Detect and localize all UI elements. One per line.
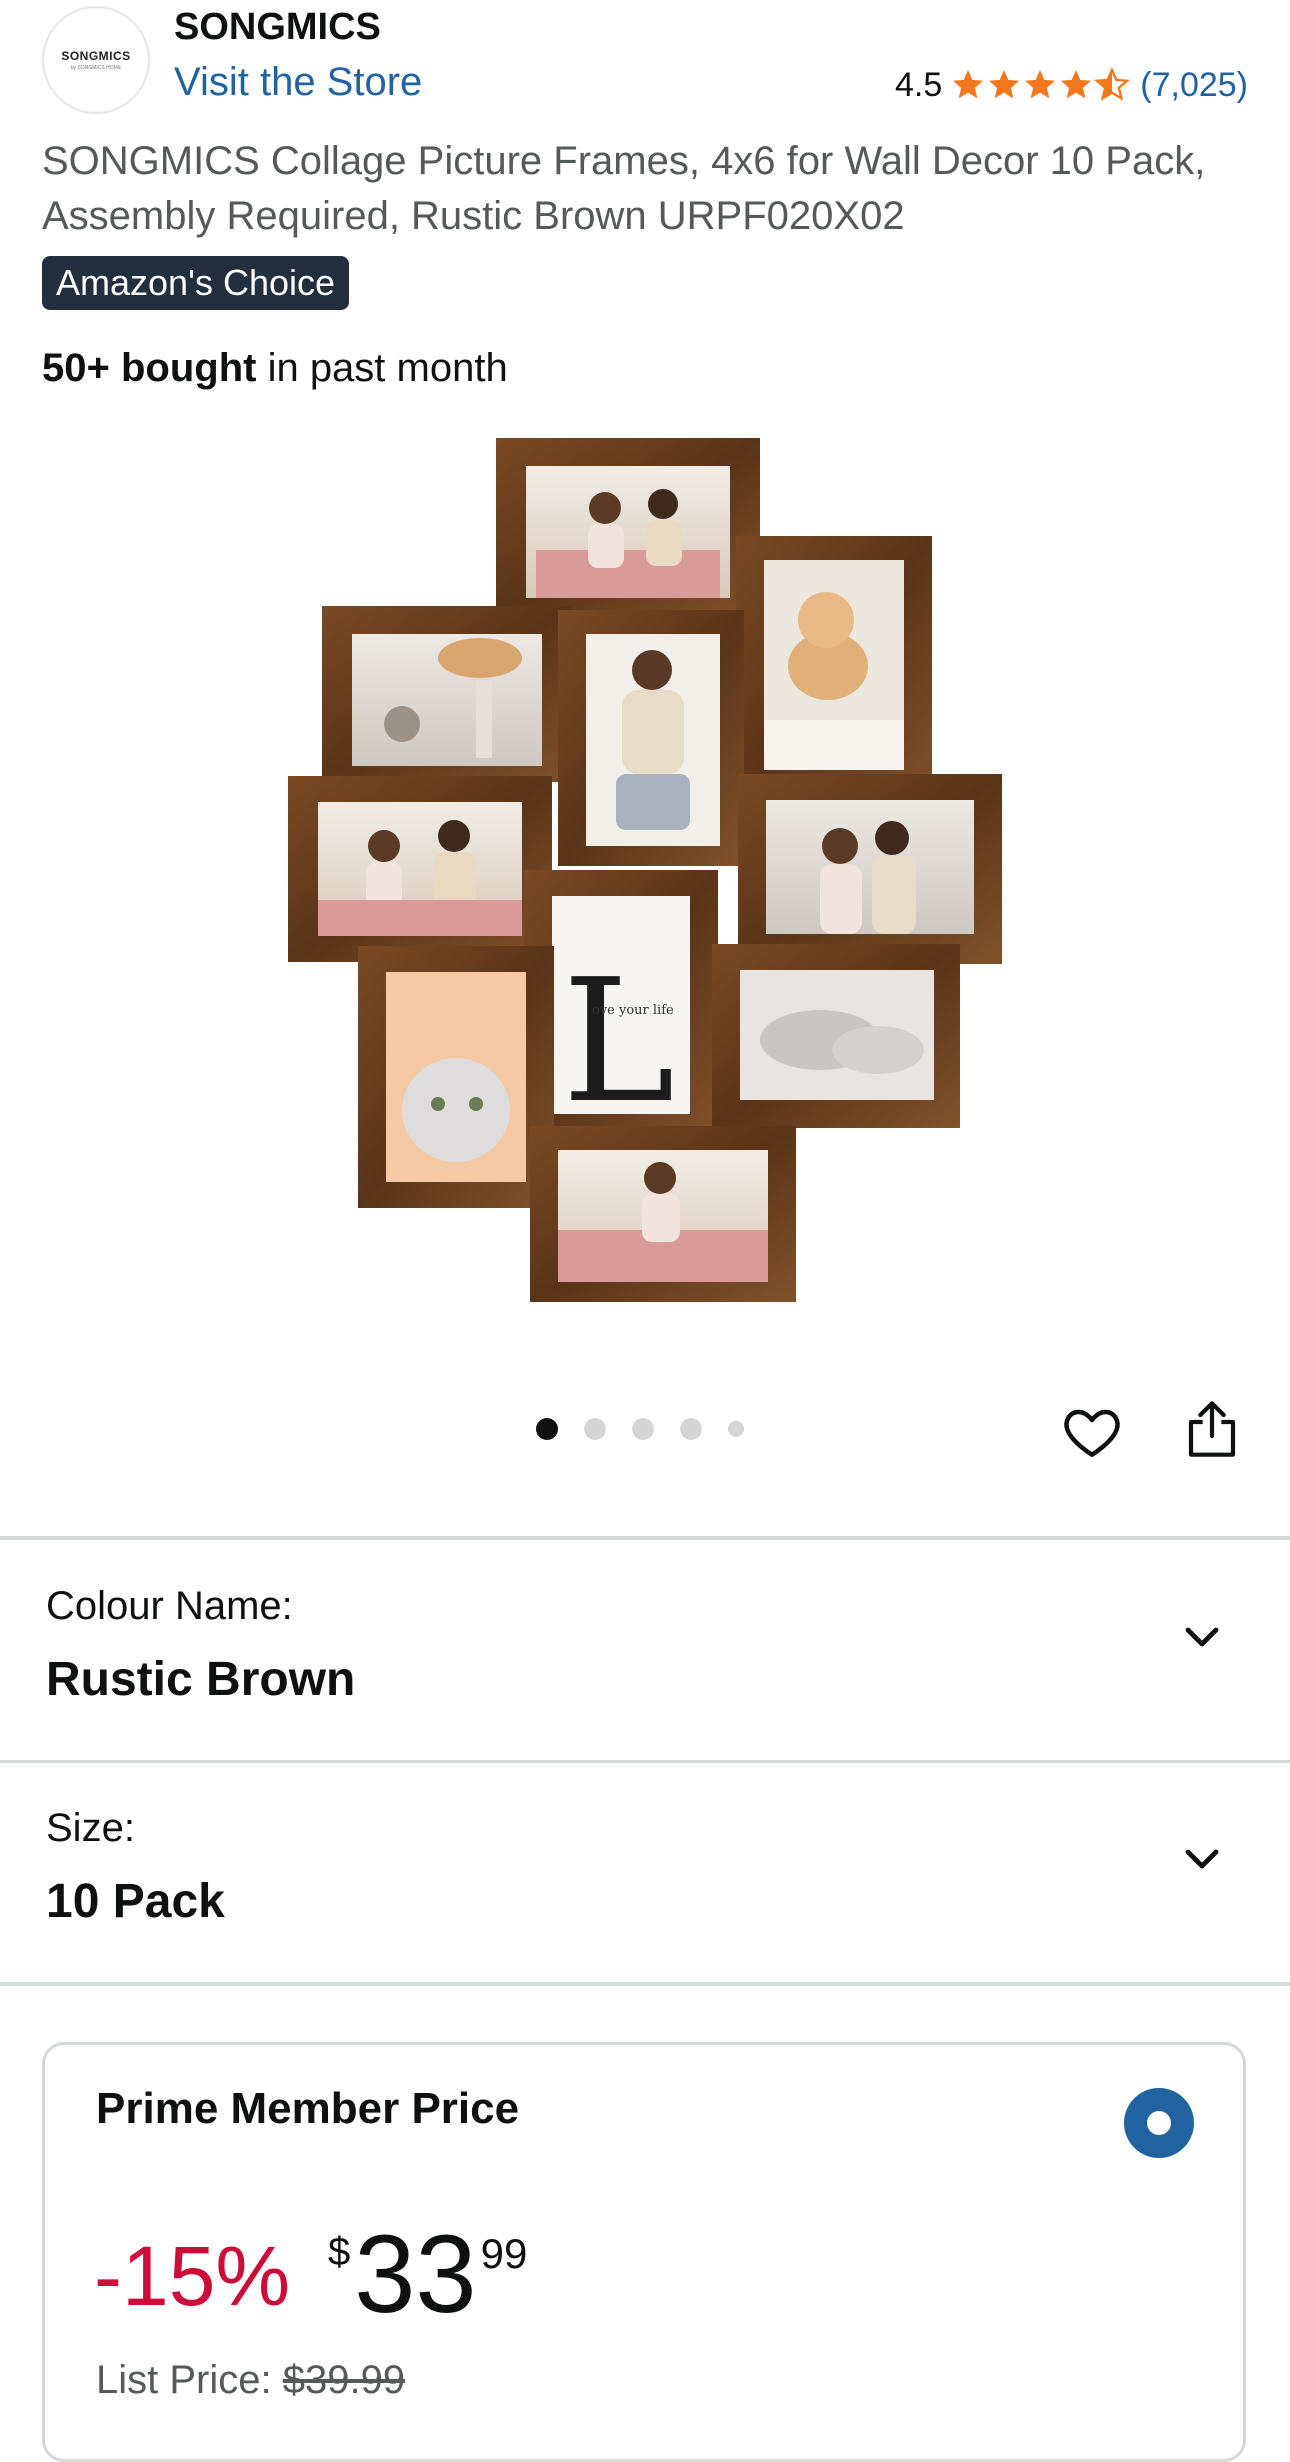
star-icon — [989, 70, 1020, 99]
prime-price-title: Prime Member Price — [96, 2084, 520, 2133]
carousel-dot-1[interactable] — [536, 1418, 558, 1440]
carousel-dot-5[interactable] — [728, 1421, 744, 1437]
amazons-choice-badge[interactable]: Amazon's Choice — [42, 256, 349, 310]
store-logo-subtext: by SONGMICS HOME — [70, 65, 122, 71]
frame-middle-left — [322, 606, 572, 782]
share-icon[interactable] — [1184, 1398, 1240, 1460]
frame-bottom-left — [358, 946, 554, 1208]
bought-in-past-month: 50+ bought in past month — [42, 346, 508, 391]
colour-value: Rustic Brown — [46, 1653, 356, 1706]
product-title: SONGMICS Collage Picture Frames, 4x6 for… — [42, 139, 1206, 238]
colour-label: Colour Name: — [46, 1584, 293, 1628]
rating-summary[interactable]: 4.5 (7,025) — [895, 62, 1248, 108]
half-star-icon — [1094, 67, 1131, 101]
carousel-indicator[interactable] — [536, 1418, 770, 1440]
bought-suffix: in past month — [256, 346, 508, 390]
store-logo-text: SONGMICS — [61, 49, 131, 63]
chevron-down-icon[interactable] — [1178, 1612, 1226, 1660]
price: $ 33 99 — [328, 2220, 527, 2330]
carousel-dot-3[interactable] — [632, 1418, 654, 1440]
frame-right — [738, 774, 1002, 964]
carousel-dot-4[interactable] — [680, 1418, 702, 1440]
star-icon — [1025, 70, 1056, 99]
divider — [0, 1982, 1290, 1986]
star-icon — [953, 70, 984, 99]
star-rating — [950, 67, 1131, 103]
frame-top — [496, 438, 760, 618]
size-label: Size: — [46, 1806, 135, 1850]
price-fraction: 99 — [480, 2230, 528, 2277]
list-price-label: List Price: — [96, 2358, 283, 2402]
list-price: List Price: $39.99 — [96, 2358, 405, 2403]
frame-bottom — [530, 1126, 796, 1302]
price-currency: $ — [328, 2230, 351, 2274]
carousel-dot-2[interactable] — [584, 1418, 606, 1440]
radio-selected-indicator — [1147, 2111, 1171, 2135]
price-whole: 33 — [354, 2213, 477, 2336]
bought-count: 50+ bought — [42, 346, 257, 390]
frame-bottom-right — [712, 944, 960, 1128]
list-price-value: $39.99 — [282, 2358, 406, 2402]
frame-caption: ove your life — [592, 1003, 674, 1018]
product-image[interactable]: L ove your life — [280, 430, 1010, 1310]
chevron-down-icon[interactable] — [1178, 1834, 1226, 1882]
frame-letter-glyph: L — [562, 943, 675, 1141]
price-option-radio[interactable] — [1124, 2088, 1194, 2158]
size-value: 10 Pack — [46, 1875, 225, 1928]
discount-percent: -15% — [94, 2229, 291, 2323]
rating-value: 4.5 — [895, 65, 943, 104]
frame-top-right — [736, 536, 932, 804]
frame-center — [558, 610, 744, 866]
visit-store-link[interactable]: Visit the Store — [174, 60, 422, 105]
star-icon — [1061, 70, 1092, 99]
frame-left — [288, 776, 552, 962]
rating-count-link[interactable]: (7,025) — [1140, 66, 1248, 105]
colour-selector[interactable] — [0, 1540, 1290, 1762]
store-logo[interactable]: SONGMICS by SONGMICS HOME — [42, 6, 150, 114]
heart-icon[interactable] — [1060, 1400, 1124, 1464]
brand-name[interactable]: SONGMICS — [174, 6, 381, 49]
